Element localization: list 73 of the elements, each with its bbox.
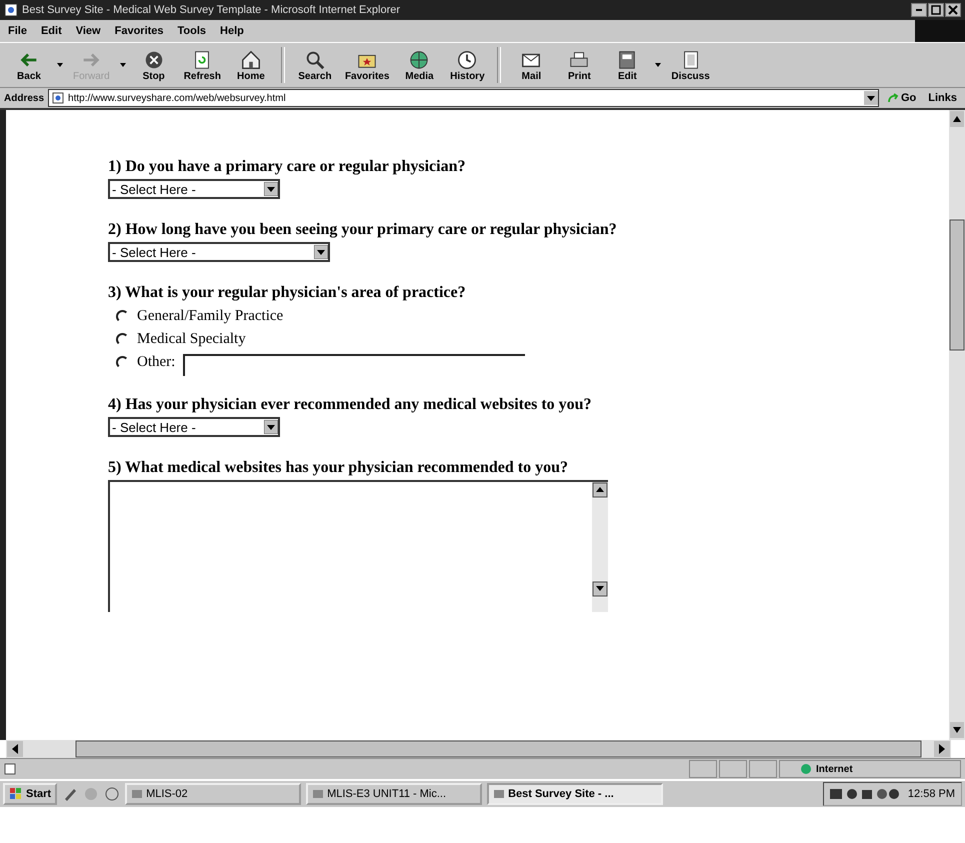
menu-item[interactable]: Edit — [40, 25, 62, 37]
window-icon — [131, 788, 144, 800]
option-label: Medical Specialty — [137, 331, 246, 348]
question-text: 3) What is your regular physician's area of practice? — [108, 284, 467, 302]
question-text: 1) Do you have a primary care or regular physician? — [108, 158, 466, 176]
home-icon — [240, 48, 262, 70]
select-dropdown[interactable]: - Select Here - — [108, 242, 330, 262]
option-label: General/Family Practice — [137, 308, 284, 325]
option-label: Other: — [137, 354, 176, 371]
toolbar-button[interactable]: Home — [228, 46, 274, 84]
start-button[interactable]: Start — [3, 783, 58, 805]
dropdown-arrow-icon — [264, 182, 278, 196]
zone-indicator: Internet — [779, 760, 961, 778]
pen-icon[interactable] — [62, 786, 78, 802]
toolbar-button[interactable]: Search — [292, 46, 338, 84]
toolbar-button[interactable]: Print — [556, 46, 602, 84]
tray-icons-drawing — [830, 787, 900, 801]
toolbar-button[interactable]: History — [444, 46, 490, 84]
go-button[interactable]: Go — [882, 92, 920, 104]
select-dropdown[interactable]: - Select Here - — [108, 179, 280, 199]
toolbar-button[interactable]: Media — [396, 46, 442, 84]
text-area[interactable] — [108, 480, 608, 612]
curved-arrow-icon — [886, 92, 899, 104]
toolbar-button[interactable]: Back — [6, 46, 52, 84]
dropdown-arrow-icon[interactable] — [57, 63, 63, 67]
input-field[interactable] — [183, 354, 526, 376]
radio-button[interactable] — [116, 310, 129, 323]
window-icon — [312, 788, 324, 800]
taskbar-button[interactable]: MLIS-02 — [125, 783, 302, 805]
radio-button[interactable] — [116, 333, 129, 346]
question-text: 5) What medical websites has your physician recommended to you? — [108, 459, 570, 477]
menu-item[interactable]: Tools — [178, 25, 206, 37]
radio-button[interactable] — [116, 356, 129, 369]
clock-icon — [456, 48, 478, 70]
windows-logo-icon — [9, 788, 23, 800]
toolbar-button[interactable]: Favorites — [340, 46, 394, 84]
scrollbar[interactable] — [592, 482, 608, 612]
menu-item[interactable]: Help — [220, 25, 244, 37]
toolbar-button[interactable]: Refresh — [178, 46, 226, 84]
minimize-button[interactable] — [911, 3, 927, 17]
address-label: Address — [4, 92, 44, 104]
toolbar-button[interactable]: Stop — [130, 46, 177, 84]
menu-item[interactable]: View — [76, 25, 101, 37]
address-field[interactable]: http://www.surveyshare.com/web/websurvey.html — [48, 89, 879, 107]
taskbar-button[interactable]: MLIS-E3 UNIT11 - Mic... — [306, 783, 482, 805]
maximize-icon — [931, 5, 941, 15]
select-dropdown[interactable]: - Select Here - — [108, 417, 280, 437]
question-text: 2) How long have you been seeing your primary care or regular physician? — [108, 221, 618, 239]
menu-item[interactable]: Favorites — [114, 25, 164, 37]
toolbar-button[interactable]: Discuss — [666, 46, 715, 84]
dropdown-arrow-icon — [264, 420, 278, 434]
links-button[interactable]: Links — [924, 92, 961, 104]
question-text: 4) Has your physician ever recommended any medical websites to you? — [108, 396, 593, 414]
page-icon — [4, 763, 16, 775]
minimize-icon — [916, 9, 922, 11]
taskbar-button[interactable]: Best Survey Site - ... — [487, 783, 664, 805]
close-button[interactable] — [945, 3, 961, 17]
close-icon — [948, 5, 958, 15]
dropdown-arrow-icon — [314, 245, 328, 259]
page-icon — [52, 92, 64, 104]
window-icon — [493, 788, 506, 800]
vertical-scrollbar[interactable] — [949, 110, 965, 740]
disc-icon[interactable] — [104, 786, 120, 802]
toolbar-button[interactable]: Edit — [604, 46, 650, 84]
browser-icon — [4, 3, 18, 17]
horizontal-scrollbar[interactable] — [6, 740, 951, 758]
dropdown-arrow-icon[interactable] — [655, 63, 662, 67]
throbber-panel — [915, 20, 965, 42]
menu-item[interactable]: File — [8, 25, 27, 37]
window-title: Best Survey Site - Medical Web Survey Template - Microsoft Internet Explorer — [22, 4, 402, 16]
toolbar-button[interactable]: Mail — [508, 46, 554, 84]
maximize-button[interactable] — [928, 3, 944, 17]
clock: 12:58 PM — [908, 788, 955, 800]
